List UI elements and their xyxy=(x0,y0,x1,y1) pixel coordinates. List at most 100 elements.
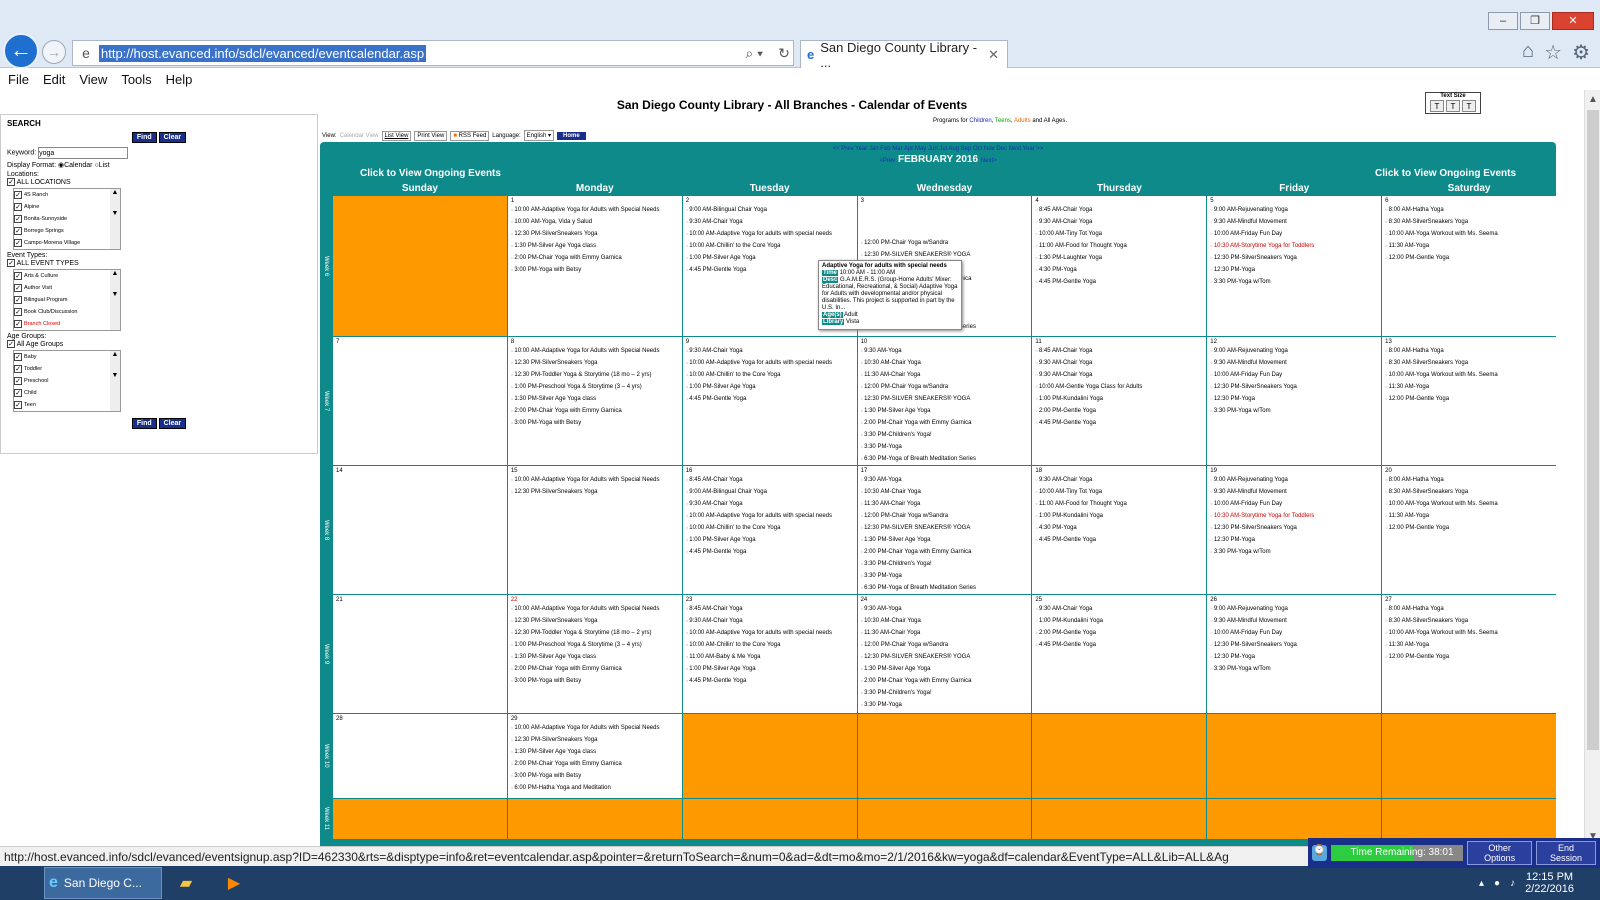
event-link[interactable]: 8:30 AM-SilverSneakers Yoga xyxy=(1385,486,1553,498)
event-link[interactable]: 12:00 PM-Gentle Yoga xyxy=(1385,651,1553,663)
event-link[interactable]: 12:30 PM-SilverSneakers Yoga xyxy=(511,486,679,498)
event-link[interactable]: 10:00 AM-Tiny Tot Yoga xyxy=(1035,228,1203,240)
close-tab-icon[interactable]: ✕ xyxy=(988,47,999,63)
checkbox[interactable]: ✓ xyxy=(14,389,22,397)
event-link[interactable]: 1:00 PM-Silver Age Yoga xyxy=(686,663,854,675)
event-link[interactable]: 3:30 PM-Children's Yoga! xyxy=(861,558,1029,570)
checkbox[interactable]: ✓ xyxy=(14,320,22,328)
event-link[interactable]: 10:00 AM-Tiny Tot Yoga xyxy=(1035,486,1203,498)
event-link[interactable]: 1:00 PM-Kundalini Yoga xyxy=(1035,510,1203,522)
event-link[interactable]: 10:00 AM-Adaptive Yoga for Adults with S… xyxy=(511,204,679,216)
event-link[interactable]: 3:30 PM-Yoga w/Tom xyxy=(1210,663,1378,675)
event-link[interactable]: 8:45 AM-Chair Yoga xyxy=(686,603,854,615)
event-link[interactable]: 1:30 PM-Silver Age Yoga class xyxy=(511,240,679,252)
text-size-small[interactable]: T xyxy=(1430,100,1444,112)
event-link[interactable]: 12:30 PM-SilverSneakers Yoga xyxy=(511,615,679,627)
event-link[interactable]: 2:00 PM-Chair Yoga with Emmy Garnica xyxy=(511,663,679,675)
month-nav[interactable]: << Prev Year Jan Feb Mar Apr May Jun Jul… xyxy=(320,146,1556,152)
event-link[interactable]: 12:30 PM-SilverSneakers Yoga xyxy=(1210,522,1378,534)
scroll-up-icon[interactable]: ▲ xyxy=(1585,94,1600,105)
event-link[interactable]: 9:00 AM-Rejuvenating Yoga xyxy=(1210,474,1378,486)
event-link[interactable]: 9:00 AM-Rejuvenating Yoga xyxy=(1210,603,1378,615)
week-label[interactable]: Week 10 xyxy=(320,714,332,798)
event-link[interactable]: 1:30 PM-Silver Age Yoga xyxy=(861,405,1029,417)
event-link[interactable]: 9:30 AM-Chair Yoga xyxy=(1035,357,1203,369)
page-scrollbar[interactable]: ▲ ▼ xyxy=(1584,90,1600,846)
event-link[interactable]: 2:00 PM-Chair Yoga with Emmy Garnica xyxy=(511,405,679,417)
event-link[interactable]: 10:30 AM-Storytime Yoga for Toddlers xyxy=(1210,240,1378,252)
event-link[interactable]: 9:30 AM-Chair Yoga xyxy=(1035,474,1203,486)
event-link[interactable]: 4:45 PM-Gentle Yoga xyxy=(686,546,854,558)
close-window-button[interactable]: ✕ xyxy=(1552,12,1594,30)
search-icon[interactable]: ⌕ ▾ xyxy=(745,45,763,62)
event-link[interactable]: 8:30 AM-SilverSneakers Yoga xyxy=(1385,357,1553,369)
checkbox[interactable]: ✓ xyxy=(14,296,22,304)
event-link[interactable]: 10:00 AM-Friday Fun Day xyxy=(1210,627,1378,639)
event-link[interactable]: 4:45 PM-Gentle Yoga xyxy=(1035,639,1203,651)
event-link[interactable]: 11:30 AM-Chair Yoga xyxy=(861,369,1029,381)
event-link[interactable]: 12:00 PM-Chair Yoga w/Sandra xyxy=(861,381,1029,393)
event-link[interactable]: 9:30 AM-Mindful Movement xyxy=(1210,216,1378,228)
event-link[interactable]: 10:00 AM-Chillin' to the Core Yoga xyxy=(686,240,854,252)
event-link[interactable]: 2:00 PM-Chair Yoga with Emmy Garnica xyxy=(511,758,679,770)
checkbox[interactable]: ✓ xyxy=(14,203,22,211)
event-link[interactable]: 10:30 AM-Chair Yoga xyxy=(861,486,1029,498)
event-link[interactable]: 9:30 AM-Yoga xyxy=(861,474,1029,486)
event-link[interactable]: 1:00 PM-Kundalini Yoga xyxy=(1035,615,1203,627)
week-label[interactable]: Week 9 xyxy=(320,595,332,713)
event-link[interactable]: 6:00 PM-Hatha Yoga and Meditation xyxy=(511,782,679,794)
event-link[interactable]: 3:30 PM-Yoga w/Tom xyxy=(1210,405,1378,417)
event-link[interactable]: 3:30 PM-Yoga xyxy=(861,570,1029,582)
event-link[interactable]: 2:00 PM-Chair Yoga with Emmy Garnica xyxy=(861,417,1029,429)
event-link[interactable]: 12:30 PM-Yoga xyxy=(1210,651,1378,663)
event-link[interactable]: 12:30 PM-Yoga xyxy=(1210,393,1378,405)
event-link[interactable]: 1:30 PM-Silver Age Yoga xyxy=(861,663,1029,675)
event-link[interactable]: 11:30 AM-Yoga xyxy=(1385,639,1553,651)
all-age-groups-checkbox[interactable]: ✓ xyxy=(7,340,15,348)
language-select[interactable]: English ▾ xyxy=(523,130,555,141)
event-link[interactable]: 12:30 PM-SILVER SNEAKERS® YOGA xyxy=(861,393,1029,405)
event-link[interactable]: 2:00 PM-Chair Yoga with Emmy Garnica xyxy=(861,675,1029,687)
checkbox[interactable]: ✓ xyxy=(14,215,22,223)
event-link[interactable]: 12:30 PM-SilverSneakers Yoga xyxy=(511,357,679,369)
adults-link[interactable]: Adults xyxy=(1014,118,1031,124)
event-link[interactable]: 1:00 PM-Silver Age Yoga xyxy=(686,534,854,546)
other-options-button[interactable]: Other Options xyxy=(1467,841,1533,865)
list-scrollbar[interactable]: ▲ ▼ xyxy=(110,270,120,330)
event-link[interactable]: 3:30 PM-Children's Yoga! xyxy=(861,687,1029,699)
media-icon[interactable]: ▶ xyxy=(210,867,258,899)
checkbox[interactable]: ✓ xyxy=(14,308,22,316)
menu-view[interactable]: View xyxy=(79,72,107,87)
event-link[interactable]: 10:30 AM-Storytime Yoga for Toddlers xyxy=(1210,510,1378,522)
event-link[interactable]: 12:30 PM-SilverSneakers Yoga xyxy=(1210,252,1378,264)
event-link[interactable]: 10:00 AM-Adaptive Yoga for adults with s… xyxy=(686,510,854,522)
event-link[interactable]: 11:30 AM-Yoga xyxy=(1385,240,1553,252)
event-link[interactable]: 8:30 AM-SilverSneakers Yoga xyxy=(1385,216,1553,228)
event-link[interactable]: 6:30 PM-Yoga of Breath Meditation Series xyxy=(861,582,1029,594)
clock[interactable]: 12:15 PM 2/22/2016 xyxy=(1525,871,1574,895)
event-link[interactable]: 3:00 PM-Yoga with Betsy xyxy=(511,675,679,687)
event-link[interactable]: 11:30 AM-Yoga xyxy=(1385,381,1553,393)
event-link[interactable]: 12:30 PM-SILVER SNEAKERS® YOGA xyxy=(861,522,1029,534)
checkbox[interactable]: ✓ xyxy=(14,377,22,385)
event-link[interactable]: 1:30 PM-Silver Age Yoga class xyxy=(511,651,679,663)
event-link[interactable]: 2:00 PM-Gentle Yoga xyxy=(1035,627,1203,639)
event-link[interactable]: 3:30 PM-Yoga xyxy=(861,441,1029,453)
checkbox[interactable]: ✓ xyxy=(14,239,22,247)
refresh-icon[interactable]: ↻ xyxy=(775,45,793,62)
event-link[interactable]: 8:00 AM-Hatha Yoga xyxy=(1385,474,1553,486)
event-link[interactable]: 4:45 PM-Gentle Yoga xyxy=(1035,417,1203,429)
event-link[interactable]: 12:00 PM-Gentle Yoga xyxy=(1385,522,1553,534)
event-link[interactable]: 9:00 AM-Rejuvenating Yoga xyxy=(1210,204,1378,216)
event-link[interactable]: 9:30 AM-Mindful Movement xyxy=(1210,486,1378,498)
browser-tab[interactable]: e San Diego County Library - ... ✕ xyxy=(800,40,1008,70)
event-link[interactable]: 10:00 AM-Chillin' to the Core Yoga xyxy=(686,369,854,381)
event-link[interactable]: 4:45 PM-Gentle Yoga xyxy=(686,675,854,687)
event-link[interactable]: 10:00 AM-Yoga Workout with Ms. Seema xyxy=(1385,228,1553,240)
event-link[interactable]: 10:00 AM-Adaptive Yoga for Adults with S… xyxy=(511,345,679,357)
event-link[interactable]: 10:00 AM-Friday Fun Day xyxy=(1210,369,1378,381)
event-link[interactable]: 9:30 AM-Yoga xyxy=(861,345,1029,357)
week-label[interactable]: Week 7 xyxy=(320,337,332,465)
event-link[interactable]: 12:00 PM-Gentle Yoga xyxy=(1385,252,1553,264)
event-link[interactable]: 8:00 AM-Hatha Yoga xyxy=(1385,345,1553,357)
